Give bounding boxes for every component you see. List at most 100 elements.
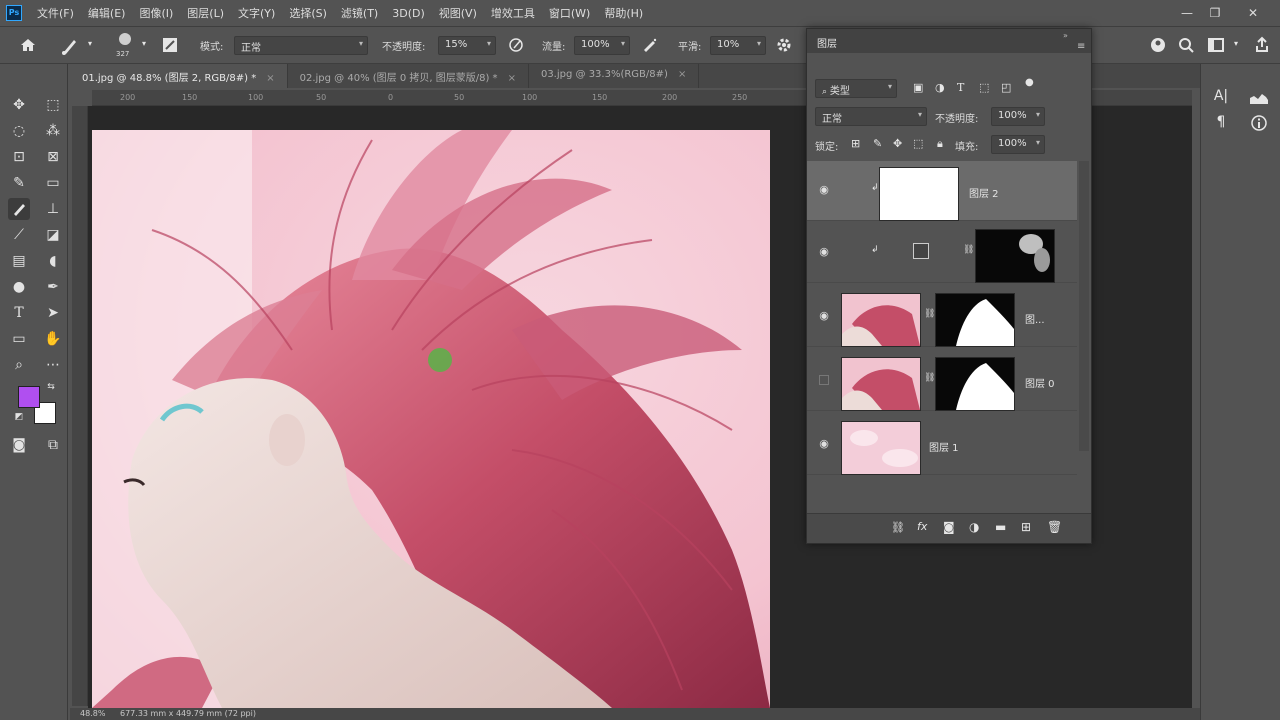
layer-name[interactable]: 图层 2 [969, 185, 999, 200]
crop-tool-icon[interactable]: ⊡ [8, 146, 30, 168]
tab-doc-01[interactable]: 01.jpg @ 48.8% (图层 2, RGB/8#) * × [70, 64, 288, 88]
stamp-tool-icon[interactable]: ⊥ [42, 198, 64, 220]
lock-transparent-icon[interactable]: ⊞ [851, 137, 860, 150]
share-icon[interactable] [1252, 36, 1272, 56]
new-group-icon[interactable]: ▬ [995, 520, 1006, 534]
lock-position-icon[interactable]: ✥ [893, 137, 902, 150]
type-tool-icon[interactable]: T [8, 302, 30, 324]
menu-type[interactable]: 文字(Y) [231, 5, 282, 21]
swap-colors-icon[interactable]: ⇆ [44, 380, 58, 394]
brush-tool-icon[interactable] [8, 198, 30, 220]
restore-button[interactable]: ❐ [1206, 4, 1224, 22]
history-brush-icon[interactable]: ⟋ [8, 224, 30, 246]
eyedropper-icon[interactable]: ✎ [8, 172, 30, 194]
layer-mask-thumbnail[interactable] [975, 229, 1055, 283]
menu-filter[interactable]: 滤镜(T) [334, 5, 385, 21]
layers-panel-title[interactable]: 图层 [817, 35, 837, 50]
character-panel-icon[interactable]: A| [1211, 88, 1231, 108]
brush-tool-preset-icon[interactable] [58, 35, 82, 57]
collapse-icon[interactable]: » [1063, 31, 1068, 40]
eye-icon[interactable]: ◉ [817, 246, 831, 257]
close-icon[interactable]: × [266, 73, 274, 84]
close-icon[interactable]: × [508, 73, 516, 84]
fill-field[interactable]: 100% ▾ [991, 135, 1045, 154]
menu-3d[interactable]: 3D(D) [385, 7, 432, 20]
fx-icon[interactable]: fx [917, 520, 927, 533]
link-layers-icon[interactable]: ⛓ [891, 521, 905, 534]
blur-tool-icon[interactable]: ◖ [42, 250, 64, 272]
smart-object-filter-icon[interactable]: ◰ [1001, 81, 1011, 94]
menu-file[interactable]: 文件(F) [30, 5, 81, 21]
more-tools-icon[interactable]: ⋯ [42, 354, 64, 376]
pixel-filter-icon[interactable]: ▣ [913, 81, 923, 94]
user-icon[interactable] [1148, 36, 1168, 56]
flow-field[interactable]: 100% ▾ [574, 36, 630, 55]
menu-view[interactable]: 视图(V) [432, 5, 484, 21]
histogram-icon[interactable] [1247, 88, 1271, 108]
add-mask-icon[interactable]: ◙ [943, 520, 955, 534]
document-image[interactable] [92, 130, 770, 708]
foreground-color-swatch[interactable] [18, 386, 40, 408]
marquee-tool-icon[interactable]: ⬚ [42, 94, 64, 116]
shape-filter-icon[interactable]: ⬚ [979, 81, 989, 94]
info-icon[interactable] [1249, 114, 1269, 134]
eye-off-icon[interactable] [819, 375, 829, 385]
tab-doc-02[interactable]: 02.jpg @ 40% (图层 0 拷贝, 图层蒙版/8) * × [288, 64, 529, 88]
menu-help[interactable]: 帮助(H) [597, 5, 650, 21]
menu-edit[interactable]: 编辑(E) [81, 5, 133, 21]
gear-icon[interactable] [774, 36, 794, 56]
layer-thumbnail[interactable] [841, 293, 921, 347]
opacity-field[interactable]: 15% ▾ [438, 36, 496, 55]
link-icon[interactable]: ⛓ [963, 245, 974, 255]
layer-row[interactable]: ◉ 图层 1 [807, 415, 1077, 475]
lasso-tool-icon[interactable]: ◌ [8, 120, 30, 142]
frame-tool-icon[interactable]: ⊠ [42, 146, 64, 168]
new-adjustment-icon[interactable]: ◑ [969, 520, 979, 534]
layer-name[interactable]: 图层 1 [929, 439, 959, 454]
move-tool-icon[interactable]: ✥ [8, 94, 30, 116]
new-layer-icon[interactable]: ⊞ [1021, 520, 1031, 534]
blend-mode-select[interactable]: 正常 ▾ [815, 107, 927, 126]
menu-select[interactable]: 选择(S) [282, 5, 334, 21]
pen-tool-icon[interactable]: ✒ [42, 276, 64, 298]
zoom-level[interactable]: 48.8% [80, 709, 105, 718]
layer-row[interactable]: ◉ ↲ ⛓ [807, 223, 1077, 283]
menu-window[interactable]: 窗口(W) [542, 5, 597, 21]
smoothing-field[interactable]: 10% ▾ [710, 36, 766, 55]
lock-all-icon[interactable]: 🔒︎ [937, 137, 943, 151]
layer-thumbnail[interactable] [879, 167, 959, 221]
quick-mask-icon[interactable]: ◙ [8, 434, 30, 456]
close-icon[interactable]: × [678, 69, 686, 80]
layer-row[interactable]: ⛓ 图层 0 [807, 351, 1077, 411]
hand-tool-icon[interactable]: ✋ [42, 328, 64, 350]
layer-row[interactable]: ◉ ⛓ 图... [807, 287, 1077, 347]
magic-wand-icon[interactable]: ⁂ [42, 120, 64, 142]
adjustment-filter-icon[interactable]: ◑ [935, 81, 945, 94]
screen-mode-icon[interactable]: ⧉ [42, 434, 64, 456]
path-select-icon[interactable]: ➤ [42, 302, 64, 324]
zoom-tool-icon[interactable]: ⌕ [8, 354, 30, 376]
airbrush-icon[interactable] [640, 36, 660, 56]
link-icon[interactable]: ⛓ [924, 309, 935, 319]
eye-icon[interactable]: ◉ [817, 438, 831, 449]
menu-layer[interactable]: 图层(L) [180, 5, 231, 21]
tab-doc-03[interactable]: 03.jpg @ 33.3%(RGB/8#) × [529, 64, 700, 88]
search-icon[interactable] [1176, 36, 1196, 56]
dodge-tool-icon[interactable]: ● [8, 276, 30, 298]
lock-artboard-icon[interactable]: ⬚ [913, 137, 923, 150]
chevron-down-icon[interactable]: ▾ [142, 39, 146, 48]
eraser-icon[interactable]: ◪ [42, 224, 64, 246]
paragraph-panel-icon[interactable]: ¶ [1211, 114, 1231, 134]
layer-name[interactable]: 图层 0 [1025, 375, 1055, 390]
layer-thumbnail[interactable] [841, 357, 921, 411]
rectangle-tool-icon[interactable]: ▭ [8, 328, 30, 350]
link-icon[interactable]: ⛓ [924, 373, 935, 383]
default-colors-icon[interactable]: ◩ [12, 410, 26, 424]
lock-pixels-icon[interactable]: ✎ [873, 137, 882, 150]
home-icon[interactable] [18, 36, 38, 56]
mode-select[interactable]: 正常 ▾ [234, 36, 368, 55]
menu-image[interactable]: 图像(I) [132, 5, 180, 21]
chevron-down-icon[interactable]: ▾ [1234, 39, 1238, 48]
layer-opacity-field[interactable]: 100% ▾ [991, 107, 1045, 126]
menu-plugins[interactable]: 增效工具 [484, 5, 542, 21]
